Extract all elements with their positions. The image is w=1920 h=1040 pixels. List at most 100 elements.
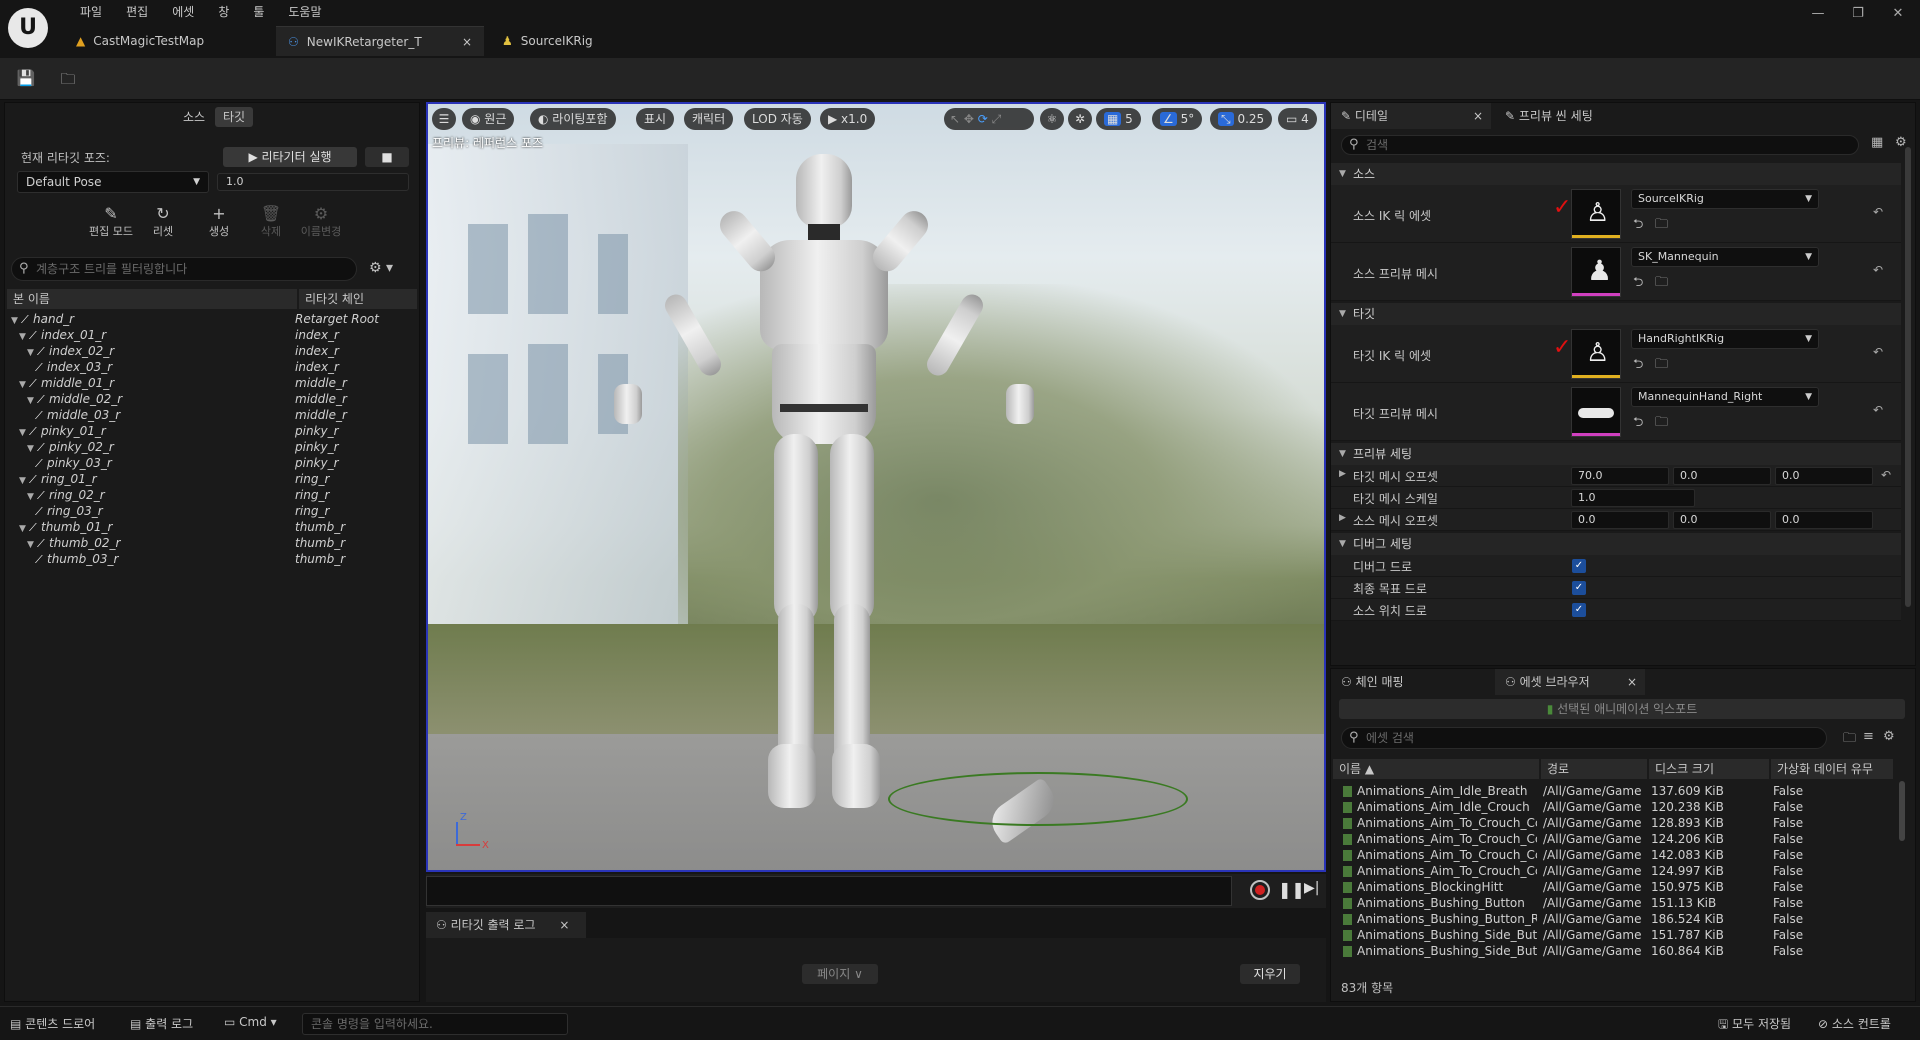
tree-row[interactable]: ▼ ⟋ middle_02_r middle_r — [5, 391, 417, 407]
timeline-scrubber[interactable] — [426, 876, 1232, 906]
offset-x-field[interactable]: 0.0 — [1571, 511, 1669, 529]
tab-sourceikrig[interactable]: ♟ SourceIKRig — [490, 26, 650, 56]
asset-row[interactable]: Animations_Bushing_Button_Ri/All/Game/Ga… — [1331, 911, 1891, 927]
asset-row[interactable]: Animations_Aim_To_Crouch_Cc/All/Game/Gam… — [1331, 847, 1891, 863]
expand-arrow-icon[interactable]: ▶ — [1339, 469, 1346, 479]
tree-row[interactable]: ⟋ ring_03_r ring_r — [5, 503, 417, 519]
target-ikrig-dropdown[interactable]: HandRightIKRig ▼ — [1631, 329, 1819, 349]
tree-row[interactable]: ▼ ⟋ index_01_r index_r — [5, 327, 417, 343]
asset-row[interactable]: Animations_Aim_To_Crouch_Cc/All/Game/Gam… — [1331, 863, 1891, 879]
reset-to-default-icon[interactable]: ↶ — [1873, 403, 1883, 417]
reset-to-default-icon[interactable]: ↶ — [1881, 468, 1891, 482]
record-button[interactable] — [1250, 880, 1270, 900]
content-drawer-button[interactable]: ▤ 콘텐츠 드로어 — [10, 1015, 95, 1032]
playback-speed-button[interactable]: ▶ x1.0 — [820, 108, 876, 130]
perspective-button[interactable]: ◉ 원근 — [462, 108, 515, 130]
surface-snap-icon[interactable]: ⚛ — [1040, 108, 1064, 130]
offset-x-field[interactable]: 70.0 — [1571, 467, 1669, 485]
delete-button[interactable]: 🗑 삭제 — [253, 205, 289, 239]
save-icon[interactable]: 💾 — [16, 69, 36, 89]
run-retargeter-button[interactable]: ▶ 리타기터 실행 — [223, 147, 357, 167]
pause-icon[interactable]: ❚❚ — [1278, 880, 1305, 899]
asset-row[interactable]: Animations_Aim_Idle_Breath/All/Game/Game… — [1331, 783, 1891, 799]
folder-icon[interactable]: 🗀 — [1843, 729, 1856, 751]
section-preview-settings[interactable]: ▼ 프리뷰 세팅 — [1331, 443, 1901, 465]
tree-row[interactable]: ⟋ thumb_03_r thumb_r — [5, 551, 417, 567]
asset-row[interactable]: Animations_Aim_Idle_Crouch/All/Game/Game… — [1331, 799, 1891, 815]
close-icon[interactable]: × — [462, 35, 472, 49]
offset-y-field[interactable]: 0.0 — [1673, 511, 1771, 529]
offset-z-field[interactable]: 0.0 — [1775, 511, 1873, 529]
tree-row[interactable]: ▼ ⟋ index_02_r index_r — [5, 343, 417, 359]
scale-field[interactable]: 1.0 — [1571, 489, 1695, 507]
tree-row[interactable]: ▼ ⟋ thumb_02_r thumb_r — [5, 535, 417, 551]
ikrig-thumbnail[interactable]: ♙ — [1571, 189, 1621, 239]
tab-asset-browser[interactable]: ⚇ 에셋 브라우저 × — [1495, 669, 1645, 695]
asset-search-input[interactable]: ⚲ 에셋 검색 — [1341, 727, 1827, 749]
browse-icon[interactable]: 🗀 — [1655, 413, 1668, 435]
menu-asset[interactable]: 에셋 — [160, 3, 206, 21]
col-retarget-chain[interactable]: 리타깃 체인 — [299, 289, 417, 309]
reset-to-default-icon[interactable]: ↶ — [1873, 205, 1883, 219]
debug-draw-checkbox[interactable]: ✓ — [1572, 559, 1586, 573]
seg-target[interactable]: 타깃 — [215, 107, 254, 127]
table-view-icon[interactable]: ▦ — [1871, 135, 1883, 150]
lighting-button[interactable]: ◐ 라이팅포함 — [530, 108, 616, 130]
tree-row[interactable]: ⟋ index_03_r index_r — [5, 359, 417, 375]
section-debug-settings[interactable]: ▼ 디버그 세팅 — [1331, 533, 1901, 555]
preview-viewport[interactable]: ☰ ◉ 원근 ◐ 라이팅포함 표시 캐릭터 LOD 자동 ▶ x1.0 ↖ ✥ … — [426, 102, 1326, 872]
viewport-menu-button[interactable]: ☰ — [432, 108, 456, 130]
col-disk-size[interactable]: 디스크 크기 — [1649, 759, 1769, 779]
reset-button[interactable]: ↻ 리셋 — [143, 205, 183, 239]
use-selected-icon[interactable]: ⮌ — [1633, 355, 1643, 377]
angle-snap-button[interactable]: ∠ 5° — [1152, 108, 1203, 130]
camera-speed-button[interactable]: ▭ 4 — [1278, 108, 1317, 130]
use-selected-icon[interactable]: ⮌ — [1633, 413, 1643, 435]
browse-icon[interactable]: 🗀 — [1655, 355, 1668, 377]
use-selected-icon[interactable]: ⮌ — [1633, 215, 1643, 237]
close-icon[interactable]: × — [559, 918, 569, 932]
hierarchy-search-input[interactable]: ⚲ 계층구조 트리를 필터링합니다 — [11, 257, 357, 281]
col-virtualized[interactable]: 가상화 데이터 유무 — [1771, 759, 1893, 779]
section-source[interactable]: ▼ 소스 — [1331, 163, 1901, 185]
character-button[interactable]: 캐릭터 — [684, 108, 734, 130]
menu-help[interactable]: 도움말 — [276, 3, 333, 21]
show-button[interactable]: 표시 — [636, 108, 675, 130]
create-button[interactable]: + 생성 — [199, 205, 239, 239]
unreal-logo[interactable]: U — [8, 8, 48, 48]
export-animations-button[interactable]: ▮ 선택된 애니메이션 익스포트 — [1339, 699, 1905, 719]
asset-row[interactable]: Animations_Aim_To_Crouch_Cc/All/Game/Gam… — [1331, 831, 1891, 847]
tree-row[interactable]: ⟋ pinky_03_r pinky_r — [5, 455, 417, 471]
asset-row[interactable]: Animations_BlockingHitt/All/Game/Game 150… — [1331, 879, 1891, 895]
tree-row[interactable]: ▼ ⟋ middle_01_r middle_r — [5, 375, 417, 391]
reset-to-default-icon[interactable]: ↶ — [1873, 345, 1883, 359]
output-log-button[interactable]: ▤ 출력 로그 — [130, 1015, 193, 1032]
tab-preview-scene-settings[interactable]: ✎ 프리뷰 씬 세팅 — [1495, 103, 1603, 129]
close-icon[interactable]: × — [1473, 103, 1483, 129]
details-scrollbar[interactable] — [1905, 147, 1911, 607]
lod-button[interactable]: LOD 자동 — [744, 108, 811, 130]
asset-list-scrollbar[interactable] — [1899, 781, 1905, 841]
reset-to-default-icon[interactable]: ↶ — [1873, 263, 1883, 277]
tab-newikretargeter[interactable]: ⚇ NewIKRetargeter_T × — [276, 26, 484, 56]
source-mesh-dropdown[interactable]: SK_Mannequin ▼ — [1631, 247, 1819, 267]
source-location-draw-checkbox[interactable]: ✓ — [1572, 603, 1586, 617]
tree-row[interactable]: ▼ ⟋ ring_02_r ring_r — [5, 487, 417, 503]
seg-source[interactable]: 소스 — [175, 107, 213, 127]
col-name[interactable]: 이름 ▲ — [1333, 759, 1539, 779]
source-control-button[interactable]: ⊘ 소스 컨트롤 — [1818, 1015, 1891, 1032]
blend-field[interactable]: 1.0 — [217, 173, 409, 191]
menu-edit[interactable]: 편집 — [114, 3, 160, 21]
mesh-thumbnail[interactable] — [1571, 387, 1621, 437]
col-path[interactable]: 경로 — [1541, 759, 1647, 779]
use-selected-icon[interactable]: ⮌ — [1633, 273, 1643, 295]
minimize-icon[interactable]: — — [1803, 6, 1833, 26]
mannequin-figure[interactable] — [428, 104, 1324, 870]
close-icon[interactable]: × — [1627, 669, 1637, 695]
tree-row[interactable]: ▼ ⟋ pinky_01_r pinky_r — [5, 423, 417, 439]
rename-button[interactable]: ⚙ 이름변경 — [293, 205, 349, 239]
step-forward-icon[interactable]: ▶| — [1304, 880, 1319, 896]
console-command-input[interactable]: 콘솔 명령을 입력하세요. — [302, 1013, 568, 1035]
edit-mode-button[interactable]: ✎ 편집 모드 — [85, 205, 137, 239]
browse-icon[interactable]: 🗀 — [1655, 215, 1668, 237]
